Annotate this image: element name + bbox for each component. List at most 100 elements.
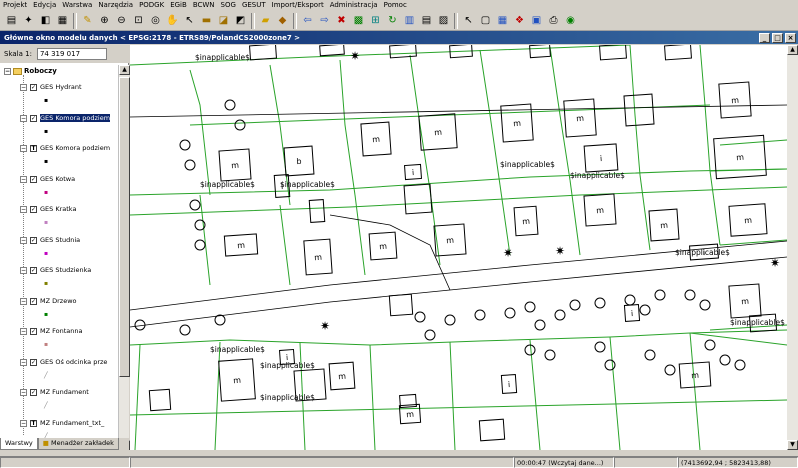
collapse-icon[interactable]: − — [4, 67, 11, 75]
ruler-icon[interactable]: ◪ — [215, 12, 232, 29]
tools-icon[interactable]: ▨ — [435, 12, 452, 29]
tree-symbol[interactable] — [504, 307, 516, 319]
tree-symbol[interactable] — [664, 364, 676, 376]
building[interactable]: m — [328, 361, 356, 391]
hydrant-symbol[interactable]: ✷ — [350, 49, 360, 63]
tree-symbol[interactable] — [224, 99, 236, 111]
pencil-icon[interactable]: ✎ — [79, 12, 96, 29]
back-arrow-icon[interactable]: ⇦ — [299, 12, 316, 29]
tree-symbol[interactable] — [179, 139, 191, 151]
tree-symbol[interactable] — [594, 341, 606, 353]
menu-item[interactable]: BCWN — [190, 0, 218, 11]
zoom-out-icon[interactable]: ⊖ — [113, 12, 130, 29]
building[interactable] — [529, 45, 551, 59]
building[interactable]: i — [583, 143, 619, 173]
hydrant-symbol[interactable]: ✷ — [555, 244, 565, 258]
tree-symbol[interactable] — [624, 294, 636, 306]
building[interactable]: m — [678, 361, 712, 389]
tab-layers[interactable]: Warstwy — [0, 438, 38, 450]
building[interactable]: m — [368, 231, 398, 261]
color-palette-icon[interactable]: ❖ — [511, 12, 528, 29]
collapse-icon[interactable]: − — [20, 236, 27, 244]
building[interactable]: m — [728, 203, 768, 237]
building[interactable] — [478, 418, 506, 442]
layer-checkbox[interactable]: ✓ — [30, 175, 37, 183]
building[interactable]: m — [418, 113, 458, 151]
collapse-icon[interactable]: − — [20, 389, 27, 396]
tree-symbol[interactable] — [554, 309, 566, 321]
tree-symbol[interactable] — [474, 309, 486, 321]
menu-item[interactable]: SOG — [218, 0, 239, 11]
tree-symbol[interactable] — [524, 301, 536, 313]
layer-item[interactable]: − ✓ GES Hydrant ▪ — [0, 83, 118, 111]
tree-symbol[interactable] — [524, 344, 536, 356]
menu-item[interactable]: Import/Eksport — [269, 0, 327, 11]
tree-symbol[interactable] — [644, 349, 656, 361]
building[interactable] — [319, 45, 345, 57]
layer-checkbox[interactable]: ✓ — [30, 267, 37, 274]
menu-item[interactable]: Warstwa — [59, 0, 95, 11]
layer-checkbox[interactable]: ✓ — [30, 84, 37, 91]
menu-item[interactable]: Pomoc — [381, 0, 410, 11]
close-button[interactable]: × — [785, 32, 796, 43]
building[interactable]: m — [563, 98, 597, 138]
layer-checkbox[interactable]: ✓ — [30, 358, 37, 366]
layer-item[interactable]: − ✓ GES Kotwa ▪ — [0, 175, 118, 203]
building[interactable]: m — [223, 233, 259, 257]
layer-item[interactable]: − ✓ GES Kratka ▪ — [0, 205, 118, 233]
zoom-window-icon[interactable]: ⊡ — [130, 12, 147, 29]
building[interactable]: i — [500, 373, 518, 395]
menu-item[interactable]: GESUT — [239, 0, 269, 11]
layers-icon[interactable]: ▦ — [54, 12, 71, 29]
tree-root[interactable]: − Roboczy — [4, 67, 57, 75]
select-arrow-icon[interactable]: ↖ — [181, 12, 198, 29]
tree-symbol[interactable] — [684, 289, 696, 301]
building[interactable]: m — [728, 283, 762, 319]
scroll-up-icon[interactable]: ▲ — [119, 65, 130, 75]
building[interactable] — [664, 45, 692, 61]
delete-icon[interactable]: ✖ — [333, 12, 350, 29]
menu-item[interactable]: Projekt — [0, 0, 30, 11]
map-scroll-up-icon[interactable]: ▲ — [787, 45, 798, 55]
collapse-icon[interactable]: − — [20, 145, 27, 152]
folder-icon[interactable]: ▰ — [257, 12, 274, 29]
tree-symbol[interactable] — [569, 299, 581, 311]
hydrant-symbol[interactable]: ✷ — [770, 256, 780, 270]
building[interactable]: m — [718, 81, 752, 119]
tree-symbol[interactable] — [699, 299, 711, 311]
menu-item[interactable]: Administracja — [327, 0, 381, 11]
collapse-icon[interactable]: − — [20, 328, 27, 335]
minimize-button[interactable]: _ — [759, 32, 770, 43]
panel-scrollbar[interactable]: ▲ ▼ — [118, 65, 130, 450]
collapse-icon[interactable]: − — [20, 297, 27, 305]
save-icon[interactable]: ▤ — [3, 12, 20, 29]
collapse-icon[interactable]: − — [20, 84, 27, 91]
collapse-icon[interactable]: − — [20, 175, 27, 183]
building[interactable]: m — [303, 238, 333, 276]
building[interactable] — [249, 45, 277, 61]
tree-symbol[interactable] — [189, 199, 201, 211]
map-canvas[interactable]: mbmmmmmmiiimmmmmmmmmimmimimi ✷ ✷ ✷ ✷ ✷ $inap… — [130, 45, 787, 450]
collapse-icon[interactable]: − — [20, 206, 27, 213]
collapse-icon[interactable]: − — [20, 419, 27, 427]
tree-symbol[interactable] — [179, 324, 191, 336]
building[interactable]: m — [583, 193, 617, 227]
layer-checkbox[interactable]: ✓ — [30, 114, 37, 122]
building[interactable]: b — [283, 145, 315, 177]
layer-checkbox[interactable]: ✓ — [30, 236, 37, 244]
layer-checkbox[interactable]: ✓ — [30, 206, 37, 213]
print-icon[interactable]: ◧ — [37, 12, 54, 29]
menu-item[interactable]: EGiB — [167, 0, 190, 11]
pan-hand-icon[interactable]: ✋ — [164, 12, 181, 29]
measure-icon[interactable]: ▬ — [198, 12, 215, 29]
tree-symbol[interactable] — [214, 314, 226, 326]
building[interactable]: m — [433, 223, 467, 257]
map-scrollbar[interactable]: ▲ ▼ — [787, 45, 798, 450]
window-icon[interactable]: ▢ — [477, 12, 494, 29]
menu-item[interactable]: Edycja — [30, 0, 59, 11]
refresh-icon[interactable]: ↻ — [384, 12, 401, 29]
tree-symbol[interactable] — [414, 311, 426, 323]
properties-icon[interactable]: ▤ — [418, 12, 435, 29]
layer-checkbox[interactable]: ✓ — [30, 328, 37, 335]
collapse-icon[interactable]: − — [20, 267, 27, 274]
